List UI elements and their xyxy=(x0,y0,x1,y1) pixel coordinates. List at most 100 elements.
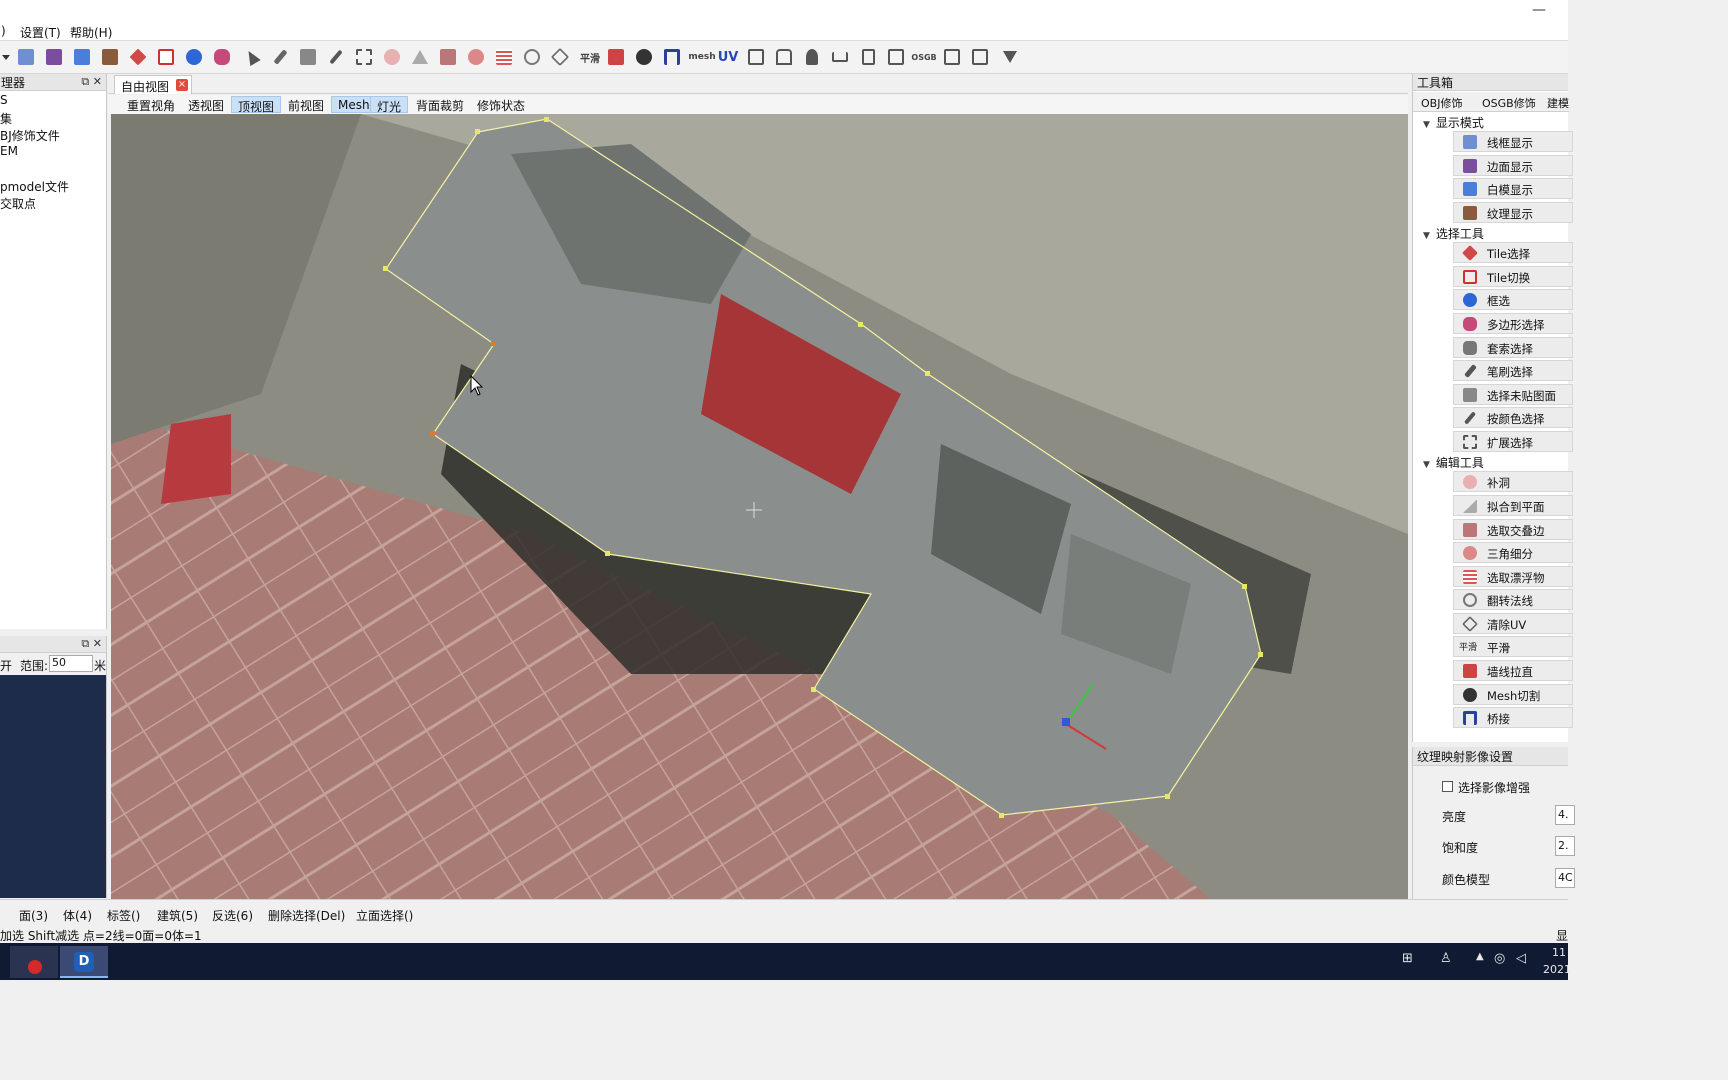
section-select-tools[interactable]: ▼ 选择工具 xyxy=(1423,225,1484,242)
wall-straighten-icon[interactable] xyxy=(605,46,627,68)
front-view-button[interactable]: 前视图 xyxy=(282,96,330,113)
tool-subdivide[interactable]: 三角细分 xyxy=(1453,542,1573,563)
document-icon[interactable] xyxy=(857,46,879,68)
tool-clear-uv[interactable]: 清除UV xyxy=(1453,613,1573,634)
tab-obj-decorate[interactable]: OBJ修饰 xyxy=(1421,95,1462,111)
tool-untextured-select[interactable]: 选择未贴图面 xyxy=(1453,384,1573,405)
reset-view-button[interactable]: 重置视角 xyxy=(121,96,181,113)
tool-fill-hole[interactable]: 补洞 xyxy=(1453,471,1573,492)
tab-free-view[interactable]: 自由视图 × xyxy=(114,75,192,94)
floating-select-icon[interactable] xyxy=(493,46,515,68)
section-edit-tools[interactable]: ▼ 编辑工具 xyxy=(1423,454,1484,471)
backface-cull-toggle[interactable]: 背面裁剪 xyxy=(410,96,470,113)
decorate-state-toggle[interactable]: 修饰状态 xyxy=(471,96,531,113)
brush-select-icon[interactable] xyxy=(269,46,291,68)
volume-icon[interactable]: ◁ xyxy=(1516,951,1526,966)
tool-expand-select[interactable]: 扩展选择 xyxy=(1453,431,1573,452)
overlap-edge-icon[interactable] xyxy=(437,46,459,68)
box-select-icon[interactable] xyxy=(183,46,205,68)
tree-item[interactable]: BJ修饰文件 xyxy=(0,127,60,144)
clear-uv-icon[interactable] xyxy=(549,46,571,68)
panel-buttons[interactable]: ⧉ ✕ xyxy=(81,637,102,651)
tree-item[interactable]: pmodel文件 xyxy=(0,178,69,195)
tile-select-icon[interactable] xyxy=(127,46,149,68)
tool-tile-select[interactable]: Tile选择 xyxy=(1453,242,1573,263)
tree-item[interactable]: 集 xyxy=(0,110,12,127)
people-icon[interactable]: ♙ xyxy=(1440,951,1452,966)
white-model-icon[interactable] xyxy=(71,46,93,68)
export-icon[interactable] xyxy=(885,46,907,68)
perspective-button[interactable]: 透视图 xyxy=(182,96,230,113)
tool-floating-select[interactable]: 选取漂浮物 xyxy=(1453,566,1573,587)
invert-select-button[interactable]: 反选(6) xyxy=(212,907,253,924)
dropdown-arrow-icon[interactable] xyxy=(0,46,12,68)
tool-bridge[interactable]: 桥接 xyxy=(1453,707,1573,728)
color-model-select[interactable]: 4C xyxy=(1555,868,1575,888)
tool-wireframe[interactable]: 线框显示 xyxy=(1453,131,1573,152)
expand-select-icon[interactable] xyxy=(353,46,375,68)
polygon-select-icon[interactable] xyxy=(211,46,233,68)
menu-settings[interactable]: 设置(T) xyxy=(20,24,61,41)
tool-color-select[interactable]: 按颜色选择 xyxy=(1453,407,1573,428)
tag-select-button[interactable]: 标签() xyxy=(107,907,140,924)
clock-date[interactable]: 2021 xyxy=(1543,963,1571,976)
open-label[interactable]: 开 xyxy=(0,657,12,674)
tab-osgb-decorate[interactable]: OSGB修饰 xyxy=(1482,95,1536,111)
tool-overlap-edge[interactable]: 选取交叠边 xyxy=(1453,519,1573,540)
range-input[interactable]: 50 xyxy=(49,655,93,672)
top-view-button[interactable]: 顶视图 xyxy=(231,96,282,114)
tool-wall-straighten[interactable]: 墙线拉直 xyxy=(1453,660,1573,681)
tool-mesh-cut[interactable]: Mesh切割 xyxy=(1453,684,1573,705)
wireframe-display-icon[interactable] xyxy=(15,46,37,68)
menu-help[interactable]: 帮助(H) xyxy=(70,24,112,41)
light-toggle[interactable]: 灯光 xyxy=(370,96,409,114)
tile-switch-icon[interactable] xyxy=(155,46,177,68)
facade-select-button[interactable]: 立面选择() xyxy=(356,907,413,924)
tray-chevron-icon[interactable]: ▲ xyxy=(1476,951,1484,962)
face-select-button[interactable]: 面(3) xyxy=(19,907,48,924)
fit-plane-icon[interactable] xyxy=(409,46,431,68)
download-icon[interactable] xyxy=(999,46,1021,68)
flip-normal-icon[interactable] xyxy=(521,46,543,68)
building-icon[interactable] xyxy=(773,46,795,68)
3d-viewport[interactable] xyxy=(111,114,1408,899)
model-icon[interactable] xyxy=(745,46,767,68)
brightness-input[interactable]: 4. xyxy=(1555,805,1575,825)
body-select-button[interactable]: 体(4) xyxy=(63,907,92,924)
pointer-icon[interactable] xyxy=(241,46,263,68)
input-method-icon[interactable]: ⊞ xyxy=(1402,951,1413,966)
untextured-select-icon[interactable] xyxy=(297,46,319,68)
fill-hole-icon[interactable] xyxy=(381,46,403,68)
uv-button[interactable]: UV xyxy=(717,46,739,68)
building-select-button[interactable]: 建筑(5) xyxy=(157,907,198,924)
recorder-app-icon[interactable] xyxy=(10,946,58,978)
delete-select-button[interactable]: 删除选择(Del) xyxy=(268,907,345,924)
tree-item[interactable]: S xyxy=(0,93,8,107)
tool-edge-face[interactable]: 边面显示 xyxy=(1453,155,1573,176)
tool-flip-normal[interactable]: 翻转法线 xyxy=(1453,589,1573,610)
osgb-dom-icon[interactable] xyxy=(969,46,991,68)
bell-icon[interactable] xyxy=(801,46,823,68)
tool-brush-select[interactable]: 笔刷选择 xyxy=(1453,360,1573,381)
tab-modeling[interactable]: 建模 xyxy=(1547,95,1569,111)
close-icon[interactable]: × xyxy=(176,79,188,91)
tool-smooth[interactable]: 平滑 平滑 xyxy=(1453,636,1573,657)
tool-white-model[interactable]: 白模显示 xyxy=(1453,178,1573,199)
panel-buttons[interactable]: ⧉ ✕ xyxy=(81,75,102,89)
network-icon[interactable]: ◎ xyxy=(1494,951,1505,966)
tree-item[interactable]: EM xyxy=(0,144,18,158)
hierarchy-icon[interactable] xyxy=(829,46,851,68)
minimize-icon[interactable]: — xyxy=(1532,2,1546,18)
tool-fit-plane[interactable]: 拟合到平面 xyxy=(1453,495,1573,516)
tool-texture[interactable]: 纹理显示 xyxy=(1453,202,1573,223)
tool-polygon-select[interactable]: 多边形选择 xyxy=(1453,313,1573,334)
mesh-cut-icon[interactable] xyxy=(633,46,655,68)
enhance-checkbox[interactable] xyxy=(1442,781,1453,792)
tool-box-select[interactable]: 框选 xyxy=(1453,289,1573,310)
tool-tile-switch[interactable]: Tile切换 xyxy=(1453,266,1573,287)
tree-item[interactable]: 交取点 xyxy=(0,195,36,212)
bridge-icon[interactable] xyxy=(661,46,683,68)
clock-time[interactable]: 11 xyxy=(1552,946,1566,959)
saturation-input[interactable]: 2. xyxy=(1555,836,1575,856)
osgb-button[interactable]: OSGB xyxy=(911,46,936,68)
